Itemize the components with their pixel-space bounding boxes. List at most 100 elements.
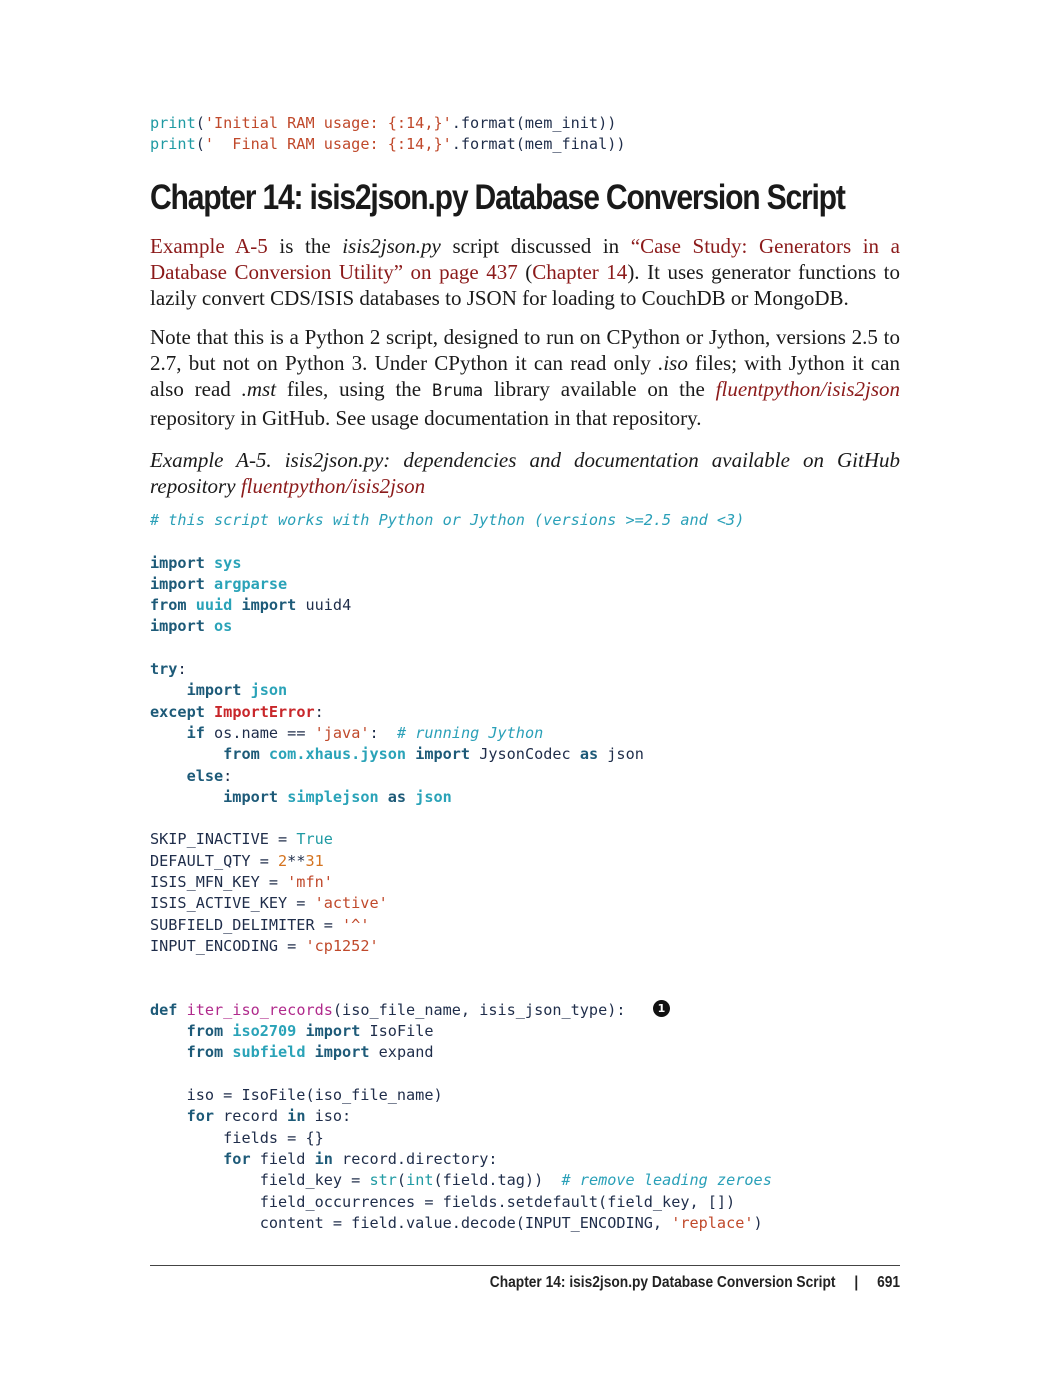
- code-keyword: if: [186, 723, 205, 742]
- file-extension: .iso: [658, 351, 688, 376]
- intro-paragraph: Example A-5 is the isis2json.py script d…: [150, 233, 900, 312]
- code-keyword: import: [415, 745, 471, 764]
- code-token: .format(mem_init)): [451, 114, 617, 132]
- text-run: library available on the: [483, 377, 716, 402]
- code-token: .format(mem_final)): [451, 135, 626, 154]
- library-name: Bruma: [431, 381, 484, 402]
- page-number: 691: [877, 1274, 900, 1291]
- code-string: '^': [342, 915, 370, 934]
- running-footer: Chapter 14: isis2json.py Database Conver…: [490, 1274, 900, 1292]
- code-token: (: [396, 1171, 407, 1190]
- code-token: (iso_file_name, isis_json_type):: [332, 1000, 626, 1019]
- code-token: fields = {}: [223, 1128, 324, 1147]
- code-token: ISIS_MFN_KEY =: [150, 873, 288, 892]
- code-token: uuid4: [305, 596, 352, 615]
- code-module: iso2709: [232, 1022, 297, 1041]
- code-keyword: import: [223, 787, 279, 806]
- code-token: SKIP_INACTIVE =: [150, 830, 297, 849]
- code-keyword: as: [387, 787, 407, 806]
- code-builtin: str: [369, 1171, 397, 1190]
- link-chapter-14[interactable]: Chapter 14: [532, 260, 627, 284]
- code-token: (: [195, 114, 205, 132]
- code-keyword: try: [150, 660, 178, 679]
- filename: isis2json.py: [342, 234, 441, 258]
- code-keyword: import: [150, 553, 205, 572]
- code-token: True: [296, 830, 333, 849]
- code-token: SUBFIELD_DELIMITER =: [150, 915, 343, 934]
- code-string: 'mfn': [287, 873, 333, 892]
- code-token: DEFAULT_QTY =: [150, 851, 279, 870]
- code-keyword: import: [241, 596, 297, 615]
- code-token: ' Final RAM usage: {:14,}': [204, 135, 452, 154]
- link-caption-repository[interactable]: fluentpython/isis2json: [241, 474, 425, 498]
- code-keyword: import: [305, 1022, 361, 1041]
- code-block-top: print('Initial RAM usage: {:14,}'.format…: [150, 113, 626, 156]
- code-keyword: except: [150, 702, 205, 721]
- code-keyword: from: [186, 1043, 224, 1062]
- code-token: JysonCodec: [479, 745, 571, 764]
- code-comment: # this script works with Python or Jytho…: [150, 511, 745, 529]
- text-run: repository in GitHub. See usage document…: [150, 405, 702, 430]
- code-keyword: import: [150, 574, 205, 593]
- code-module: json: [250, 681, 288, 700]
- link-repository[interactable]: fluentpython/isis2json: [716, 377, 900, 401]
- code-token: print: [150, 114, 196, 132]
- code-keyword: def: [150, 1000, 178, 1019]
- code-token: **: [287, 851, 306, 870]
- code-token: os.name ==: [214, 723, 315, 742]
- code-keyword: in: [287, 1107, 306, 1126]
- link-example-a5[interactable]: Example A-5: [150, 234, 268, 258]
- code-keyword: for: [223, 1149, 251, 1168]
- code-token: record.directory:: [332, 1149, 498, 1168]
- python-version-paragraph: Note that this is a Python 2 script, des…: [150, 324, 900, 431]
- code-keyword: from: [186, 1022, 224, 1041]
- code-number: 31: [305, 851, 324, 870]
- footer-rule: [150, 1265, 900, 1266]
- callout-marker: 1: [652, 999, 670, 1017]
- code-keyword: for: [186, 1107, 215, 1126]
- code-keyword: in: [314, 1149, 333, 1168]
- text-run: (: [517, 260, 533, 285]
- code-module: uuid: [195, 596, 233, 615]
- code-module: sys: [214, 553, 242, 572]
- code-token: ISIS_ACTIVE_KEY =: [150, 894, 315, 913]
- code-exception: ImportError: [214, 702, 315, 721]
- code-builtin: int: [406, 1171, 434, 1190]
- text-run: files, using the: [276, 377, 432, 402]
- example-caption: Example A-5. isis2json.py: dependencies …: [150, 447, 900, 499]
- code-module: subfield: [232, 1043, 306, 1062]
- code-string: 'active': [314, 894, 388, 913]
- code-keyword: from: [150, 596, 187, 615]
- code-function-name: iter_iso_records: [186, 1000, 333, 1019]
- code-block-main: # this script works with Python or Jytho…: [150, 511, 772, 1232]
- code-token: 'Initial RAM usage: {:14,}': [204, 114, 452, 132]
- code-keyword: else: [186, 766, 224, 785]
- text-run: is the: [267, 234, 343, 258]
- code-token: expand: [378, 1043, 434, 1062]
- code-module: json: [415, 787, 452, 806]
- code-token: field_key =: [259, 1171, 370, 1190]
- code-token: content = field.value.decode(INPUT_ENCOD…: [259, 1213, 672, 1232]
- code-token: ): [753, 1213, 763, 1232]
- code-token: print: [150, 135, 196, 154]
- code-token: IsoFile: [369, 1022, 434, 1041]
- code-number: 2: [278, 851, 288, 870]
- code-module: argparse: [214, 574, 288, 593]
- code-keyword: import: [186, 681, 242, 700]
- code-token: (: [195, 135, 205, 154]
- code-keyword: import: [314, 1043, 370, 1062]
- code-module: com.xhaus.jyson: [268, 745, 407, 764]
- code-comment: # running Jython: [396, 723, 544, 742]
- code-token: field: [250, 1149, 315, 1168]
- code-keyword: from: [223, 745, 260, 764]
- chapter-heading: Chapter 14: isis2json.py Database Conver…: [150, 178, 846, 217]
- code-string: 'cp1252': [305, 936, 379, 955]
- code-token: iso = IsoFile(iso_file_name): [186, 1086, 443, 1105]
- code-token: field_occurrences = fields.setdefault(fi…: [259, 1192, 736, 1211]
- code-string: 'replace': [671, 1213, 754, 1232]
- file-extension: .mst: [241, 377, 277, 402]
- code-keyword: as: [579, 745, 599, 764]
- code-module: simplejson: [287, 787, 379, 806]
- code-string: 'java': [314, 723, 370, 742]
- footer-title: Chapter 14: isis2json.py Database Conver…: [489, 1274, 836, 1291]
